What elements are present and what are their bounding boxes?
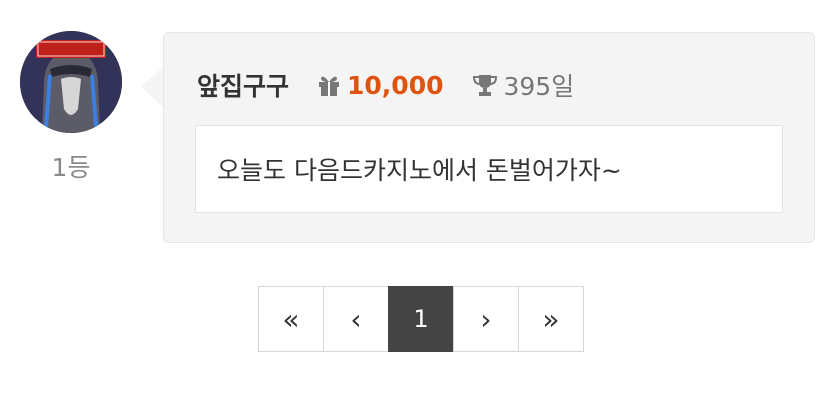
gift-icon (317, 74, 341, 96)
days-value: 395일 (503, 72, 575, 101)
comment-text: 오늘도 다음드카지노에서 돈벌어가자~ (195, 125, 783, 213)
points-value: 10,000 (347, 70, 444, 100)
comment-meta: 앞집구구 10,000 395일 (197, 67, 575, 103)
trophy-icon (472, 73, 498, 97)
avatar-image (20, 31, 122, 133)
current-page-button[interactable]: 1 (388, 286, 454, 352)
pagination: « ‹ 1 › » (258, 286, 584, 352)
user-avatar[interactable] (20, 31, 122, 133)
comment-card: 앞집구구 10,000 395일 오늘도 다음드카지노에서 돈벌어가자~ (163, 32, 815, 243)
first-page-button[interactable]: « (258, 286, 324, 352)
rank-label: 1등 (51, 153, 91, 182)
author-name[interactable]: 앞집구구 (197, 67, 289, 103)
next-page-button[interactable]: › (453, 286, 519, 352)
prev-page-button[interactable]: ‹ (323, 286, 389, 352)
comment-card-arrow (141, 66, 164, 108)
last-page-button[interactable]: » (518, 286, 584, 352)
